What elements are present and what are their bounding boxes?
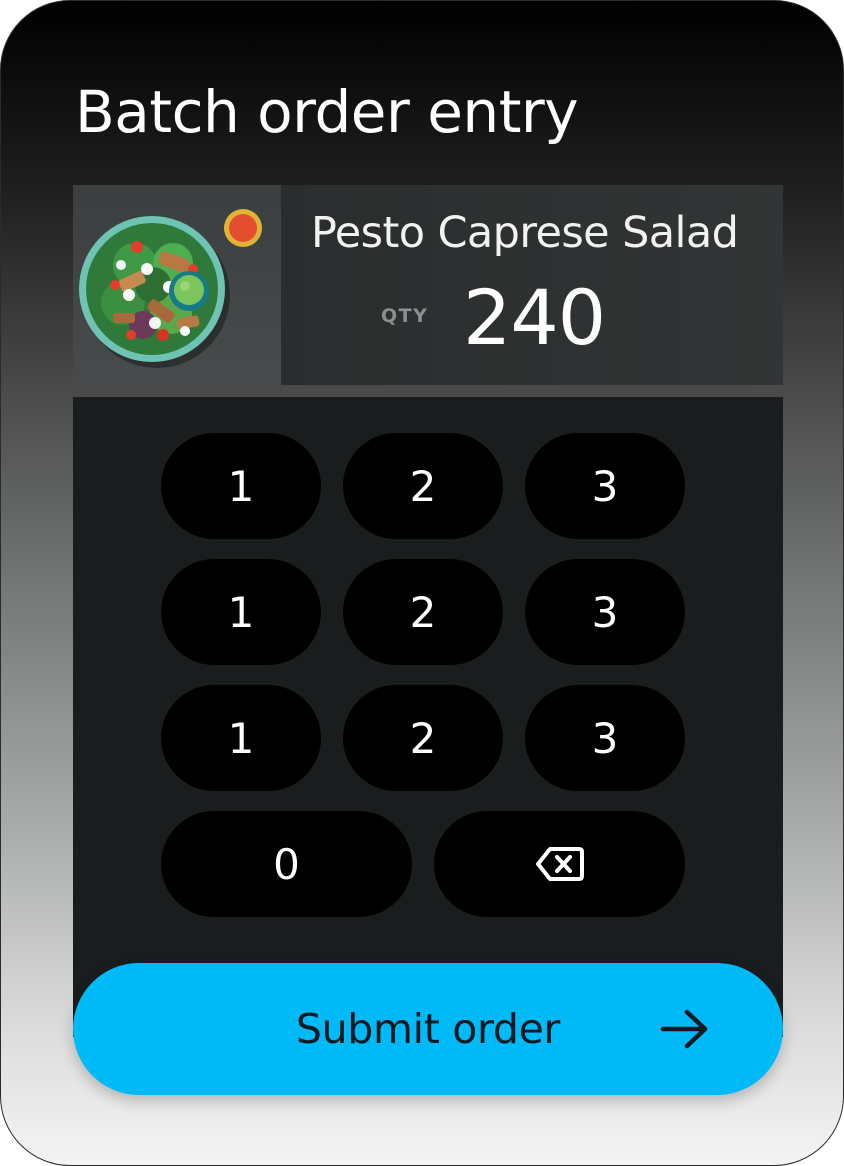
product-card: Pesto Caprese Salad QTY 240: [73, 185, 783, 385]
product-name: Pesto Caprese Salad: [311, 208, 739, 258]
keypad-key-0[interactable]: 0: [161, 811, 412, 917]
keypad-key-1[interactable]: 1: [161, 433, 321, 539]
keypad-key-1[interactable]: 1: [161, 559, 321, 665]
page-title: Batch order entry: [75, 78, 579, 146]
number-keypad: 1 2 3 1 2 3 1 2 3 0: [73, 397, 783, 1037]
keypad-key-2[interactable]: 2: [343, 685, 503, 791]
arrow-right-icon: [660, 1009, 708, 1049]
backspace-button[interactable]: [434, 811, 685, 917]
keypad-key-1[interactable]: 1: [161, 685, 321, 791]
salad-bowl-image: [79, 209, 262, 368]
quantity-value: 240: [463, 273, 606, 362]
keypad-key-3[interactable]: 3: [525, 559, 685, 665]
submit-order-button[interactable]: Submit order: [73, 963, 783, 1095]
quantity-label: QTY: [381, 305, 429, 327]
backspace-icon: [535, 847, 584, 881]
keypad-key-3[interactable]: 3: [525, 433, 685, 539]
keypad-key-2[interactable]: 2: [343, 433, 503, 539]
app-frame: Batch order entry Pesto Caprese Salad QT…: [0, 0, 844, 1166]
keypad-key-2[interactable]: 2: [343, 559, 503, 665]
product-info: Pesto Caprese Salad QTY 240: [281, 185, 783, 385]
product-thumbnail: [73, 185, 281, 385]
keypad-key-3[interactable]: 3: [525, 685, 685, 791]
